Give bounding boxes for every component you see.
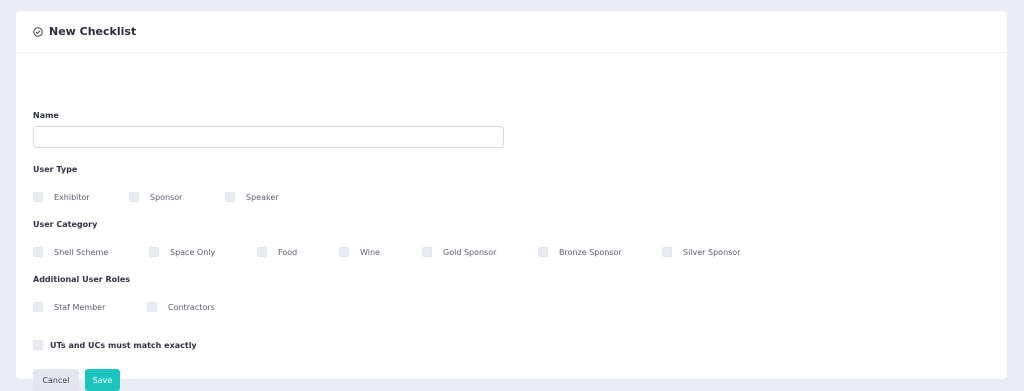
checkbox-label: Gold Sponsor [443,247,497,257]
checkbox-silver-sponsor[interactable]: Silver Sponsor [662,247,772,257]
checkbox-shell-scheme[interactable]: Shell Scheme [33,247,149,257]
checkbox-box[interactable] [33,302,43,312]
checkbox-box[interactable] [147,302,157,312]
checkbox-food[interactable]: Food [257,247,339,257]
checkbox-box[interactable] [538,247,548,257]
checkbox-label: Food [278,247,298,257]
checkbox-label: Shell Scheme [54,247,109,257]
checkbox-bronze-sponsor[interactable]: Bronze Sponsor [538,247,662,257]
page-title: New Checklist [49,25,137,38]
checkbox-contractors[interactable]: Contractors [147,302,243,312]
user-category-options: Shell Scheme Space Only Food Wine Gold S… [33,246,772,258]
checkbox-box[interactable] [129,192,139,202]
checkbox-label: Silver Sponsor [683,247,741,257]
checkbox-label: Speaker [246,192,279,202]
match-exactly-label: UTs and UCs must match exactly [50,340,197,350]
check-circle-icon [33,26,43,37]
checkbox-box[interactable] [257,247,267,257]
new-checklist-card: New Checklist Name User Type Exhibitor S… [16,11,1007,391]
user-type-label: User Type [33,165,78,174]
checkbox-box[interactable] [33,340,43,350]
name-input[interactable] [33,126,504,148]
checkbox-speaker[interactable]: Speaker [225,192,321,202]
checkbox-label: Space Only [170,247,216,257]
checkbox-label: Sponsor [150,192,183,202]
checkbox-box[interactable] [33,192,43,202]
checkbox-box[interactable] [225,192,235,202]
save-button[interactable]: Save [85,369,120,391]
card-header: New Checklist [16,11,1007,53]
checkbox-box[interactable] [33,247,43,257]
match-exactly-checkbox[interactable]: UTs and UCs must match exactly [33,340,197,350]
user-type-options: Exhibitor Sponsor Speaker [33,191,321,203]
checkbox-exhibitor[interactable]: Exhibitor [33,192,129,202]
name-label: Name [33,111,59,120]
cancel-button[interactable]: Cancel [33,369,79,391]
checkbox-sponsor[interactable]: Sponsor [129,192,225,202]
checkbox-box[interactable] [149,247,159,257]
checkbox-box[interactable] [422,247,432,257]
checkbox-label: Wine [360,247,380,257]
checkbox-wine[interactable]: Wine [339,247,422,257]
additional-roles-label: Additional User Roles [33,275,131,284]
checkbox-space-only[interactable]: Space Only [149,247,257,257]
checkbox-label: Exhibitor [54,192,90,202]
additional-roles-options: Staf Member Contractors [33,301,243,313]
checkbox-label: Contractors [168,302,215,312]
checkbox-staf-member[interactable]: Staf Member [33,302,147,312]
checkbox-label: Bronze Sponsor [559,247,622,257]
user-category-label: User Category [33,220,98,229]
checkbox-box[interactable] [662,247,672,257]
checkbox-label: Staf Member [54,302,106,312]
checkbox-gold-sponsor[interactable]: Gold Sponsor [422,247,538,257]
checkbox-box[interactable] [339,247,349,257]
